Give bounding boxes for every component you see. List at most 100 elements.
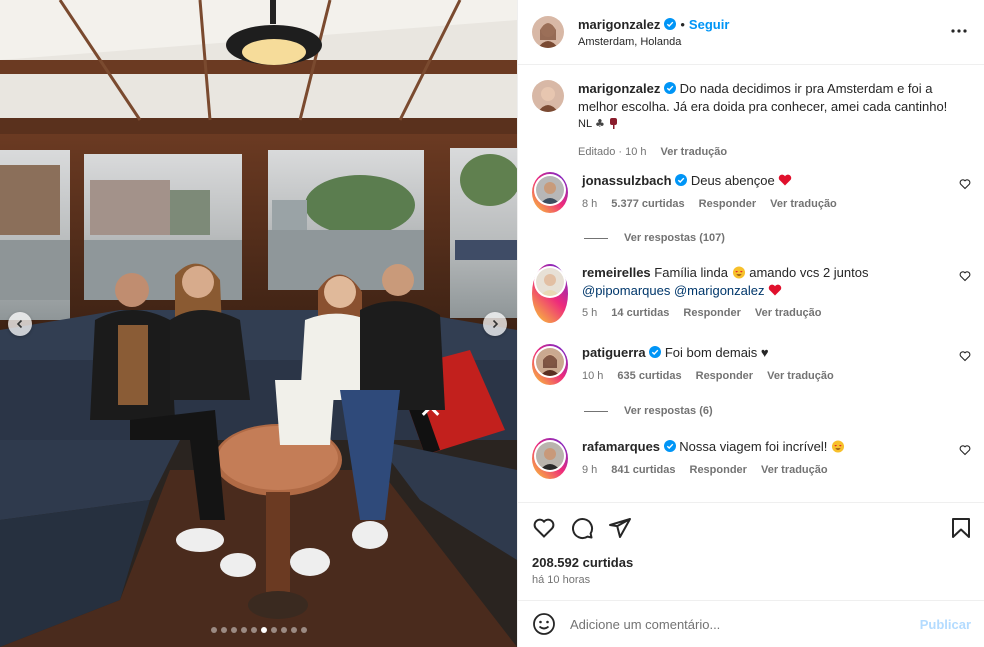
translate-button[interactable]: Ver tradução	[770, 196, 837, 214]
carousel-prev-button[interactable]	[8, 312, 32, 336]
comment-input[interactable]: Adicione um comentário...	[570, 617, 920, 632]
add-comment-bar: Adicione um comentário... Publicar	[518, 600, 984, 647]
verified-badge-icon	[649, 346, 662, 358]
verified-badge-icon	[663, 82, 676, 94]
carousel-next-button[interactable]	[483, 312, 507, 336]
chevron-right-icon	[492, 319, 499, 329]
carousel-dot	[300, 627, 307, 633]
carousel-dot	[210, 627, 217, 633]
comment-likes[interactable]: 635 curtidas	[617, 368, 681, 386]
post-like-count[interactable]: 208.592 curtidas	[532, 555, 633, 570]
comment-avatar-ring[interactable]	[532, 344, 568, 385]
comment-time: 8 h	[582, 197, 598, 210]
caption-username[interactable]: marigonzalez	[578, 81, 660, 96]
caption-avatar[interactable]	[532, 80, 564, 112]
comment-time: 10 h	[582, 369, 604, 382]
comment-item: rafamarques Nossa viagem foi incrível! 9…	[532, 438, 971, 479]
comment-username[interactable]: remeirelles	[582, 265, 651, 280]
carousel-dot	[240, 627, 247, 633]
reply-button[interactable]: Responder	[690, 462, 747, 480]
like-icon[interactable]	[532, 516, 556, 540]
comments-section[interactable]: marigonzalez Do nada decidimos ir pra Am…	[518, 66, 984, 502]
header-separator: •	[680, 16, 685, 32]
verified-badge-icon	[664, 18, 677, 30]
comment-avatar	[536, 176, 564, 204]
post-caption: marigonzalez Do nada decidimos ir pra Am…	[532, 80, 971, 161]
view-replies-button[interactable]: Ver respostas (107)	[584, 232, 725, 244]
post-location[interactable]: Amsterdam, Holanda	[578, 36, 729, 48]
save-bookmark-icon[interactable]	[949, 516, 973, 540]
comment-item: patiguerra Foi bom demais ♥ 10 h 635 cur…	[532, 344, 971, 385]
comment-time: 5 h	[582, 307, 598, 319]
comment-text: Família linda	[654, 265, 728, 280]
comment-likes[interactable]: 5.377 curtidas	[611, 196, 684, 214]
comment-mention[interactable]: @pipomarques	[582, 283, 670, 298]
svg-text:♣: ♣	[595, 117, 605, 130]
like-comment-icon[interactable]	[959, 350, 971, 362]
carousel-dot	[260, 627, 267, 633]
author-avatar[interactable]	[532, 16, 564, 48]
comment-text: Deus abençoe	[690, 173, 775, 188]
comment-likes[interactable]: 14 curtidas	[611, 305, 669, 323]
red-heart-emoji-icon	[768, 284, 782, 295]
view-replies-label: Ver respostas (107)	[624, 232, 725, 244]
post-photo[interactable]: ✕	[0, 0, 517, 647]
caption-translate-button[interactable]: Ver tradução	[661, 144, 728, 162]
post-timestamp: há 10 horas	[532, 574, 591, 586]
caption-emoji-icons: ♣	[595, 117, 617, 130]
comment-avatar-ring[interactable]	[532, 172, 568, 213]
comment-username[interactable]: jonassulzbach	[582, 173, 672, 188]
caption-edited: Editado · 10 h	[578, 145, 647, 158]
boat-photo-illustration: ✕	[0, 0, 517, 647]
more-options-icon[interactable]	[950, 22, 968, 40]
translate-button[interactable]: Ver tradução	[755, 305, 822, 323]
carousel-dot	[290, 627, 297, 633]
comment-avatar	[536, 348, 564, 376]
comment-icon[interactable]	[570, 516, 594, 540]
comment-time: 9 h	[582, 463, 598, 476]
view-replies-label: Ver respostas (6)	[624, 405, 713, 417]
carousel-dot	[250, 627, 257, 633]
comment-avatar	[536, 268, 564, 296]
comment-text: Foi bom demais ♥	[664, 345, 769, 360]
like-comment-icon[interactable]	[959, 444, 971, 456]
post-header: marigonzalez • Seguir Amsterdam, Holanda	[518, 0, 984, 65]
comment-avatar-ring[interactable]	[532, 264, 568, 323]
share-icon[interactable]	[608, 516, 632, 540]
like-comment-icon[interactable]	[959, 178, 971, 190]
carousel-dot	[280, 627, 287, 633]
publish-button[interactable]: Publicar	[920, 617, 971, 632]
comment-text-continued: amando vcs 2 juntos	[749, 265, 869, 280]
follow-button[interactable]: Seguir	[689, 17, 729, 32]
comment-text: Nossa viagem foi incrível!	[679, 439, 828, 454]
carousel-dot	[270, 627, 277, 633]
comment-mention[interactable]: @marigonzalez	[674, 283, 765, 298]
replies-divider	[584, 410, 608, 412]
carousel-dot	[230, 627, 237, 633]
comment-username[interactable]: patiguerra	[582, 345, 646, 360]
author-username[interactable]: marigonzalez	[578, 17, 660, 32]
emoji-picker-icon[interactable]	[532, 612, 556, 636]
verified-badge-icon	[675, 174, 688, 186]
chevron-left-icon	[16, 319, 23, 329]
carousel-dot	[220, 627, 227, 633]
verified-badge-icon	[663, 440, 676, 452]
heart-eyes-emoji-icon	[732, 266, 745, 279]
red-heart-emoji-icon	[779, 174, 792, 186]
star-struck-emoji-icon	[832, 440, 845, 453]
reply-button[interactable]: Responder	[699, 196, 756, 214]
like-comment-icon[interactable]	[959, 270, 971, 282]
carousel-indicator	[0, 627, 517, 633]
comment-username[interactable]: rafamarques	[582, 439, 660, 454]
comment-avatar	[536, 442, 564, 470]
comment-item: jonassulzbach Deus abençoe 8 h 5.377 cur…	[532, 172, 971, 213]
reply-button[interactable]: Responder	[683, 305, 740, 323]
comment-likes[interactable]: 841 curtidas	[611, 462, 675, 480]
replies-divider	[584, 237, 608, 239]
translate-button[interactable]: Ver tradução	[761, 462, 828, 480]
reply-button[interactable]: Responder	[696, 368, 753, 386]
comment-avatar-ring[interactable]	[532, 438, 568, 479]
view-replies-button[interactable]: Ver respostas (6)	[584, 405, 713, 417]
post-actions: 208.592 curtidas há 10 horas	[518, 502, 984, 586]
translate-button[interactable]: Ver tradução	[767, 368, 834, 386]
